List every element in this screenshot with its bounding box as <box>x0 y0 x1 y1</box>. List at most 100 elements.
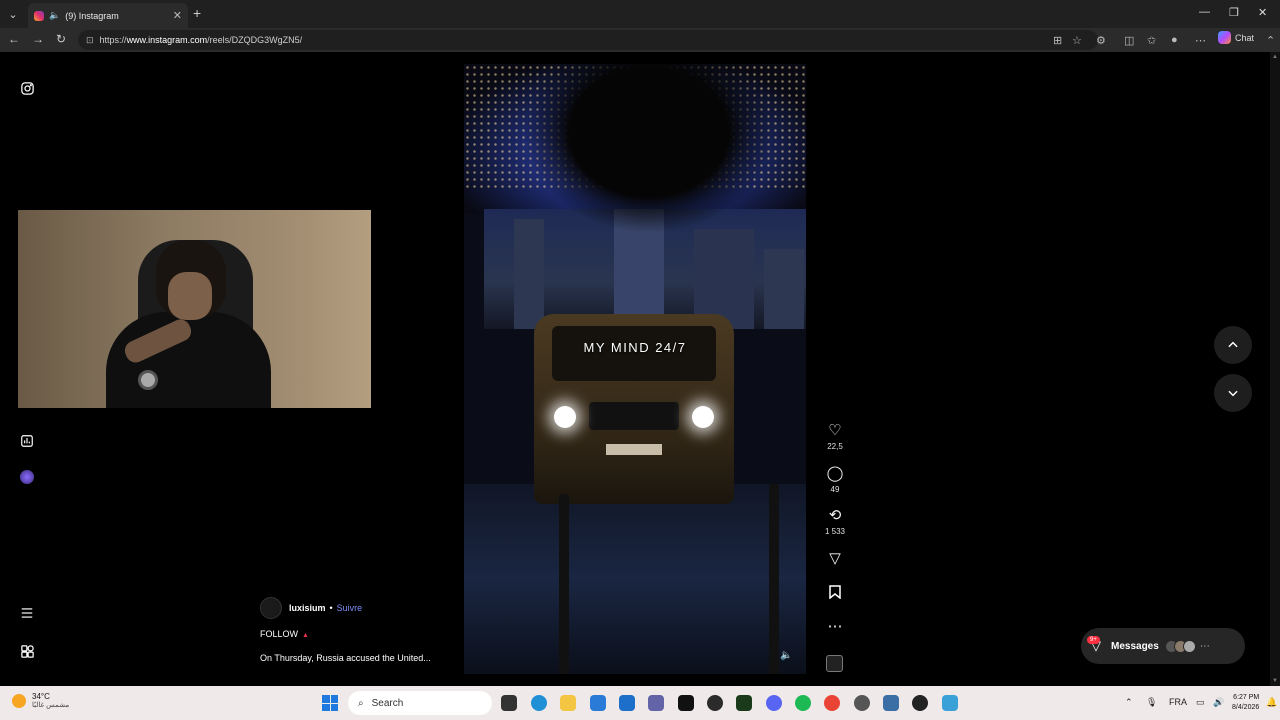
heart-icon[interactable]: ♡ <box>822 422 848 440</box>
profile-icon[interactable]: ● <box>1171 34 1178 46</box>
file-explorer-icon[interactable] <box>560 695 576 711</box>
extensions-icon[interactable]: ⚙ <box>1096 34 1106 47</box>
tab-actions-menu[interactable]: ⌄ <box>0 0 26 28</box>
app-icon[interactable] <box>854 695 870 711</box>
sidebar-toggle-icon[interactable]: ⌃ <box>1266 34 1275 47</box>
clock-time: 6:27 PM <box>1233 694 1260 701</box>
weather-widget[interactable]: 34°C مشمس غالبًا <box>12 692 69 709</box>
messages-badge: 9+ <box>1087 636 1100 644</box>
instagram-reels-page: ▲ ▼ MY MIND 24/7 🔈 ♡ 22,5 ◯ 49 ⟲ 1 533 ▽… <box>0 52 1280 686</box>
reader-view-icon[interactable]: ⊞ <box>1053 34 1062 47</box>
like-count: 22,5 <box>827 442 843 451</box>
close-window-button[interactable]: ✕ <box>1258 6 1267 19</box>
media-player-icon[interactable] <box>912 695 928 711</box>
repost-action[interactable]: ⟲ 1 533 <box>822 507 848 536</box>
taskbar-clock[interactable]: 6:27 PM 8/4/2026 <box>1232 693 1259 713</box>
terminal-icon[interactable] <box>678 695 694 711</box>
favorite-star-icon[interactable]: ☆ <box>1072 34 1082 47</box>
instagram-icon[interactable] <box>18 79 36 97</box>
forward-button[interactable]: → <box>32 32 44 46</box>
spotify-icon[interactable] <box>795 695 811 711</box>
comment-count: 49 <box>830 485 840 494</box>
favorites-icon[interactable]: ✩ <box>1147 34 1156 47</box>
comment-action[interactable]: ◯ 49 <box>822 465 848 494</box>
page-scrollbar[interactable]: ▲ ▼ <box>1270 52 1280 686</box>
tab-close-icon[interactable]: ✕ <box>173 9 182 22</box>
like-action[interactable]: ♡ 22,5 <box>822 422 848 451</box>
windows-taskbar: 34°C مشمس غالبًا ⌕ Search ⌃ 🎙 FRA ▭ 🔊 6:… <box>0 686 1280 720</box>
next-reel-button[interactable] <box>1214 374 1252 412</box>
share-icon[interactable]: ▽ <box>822 550 848 568</box>
obs-icon[interactable] <box>707 695 723 711</box>
reel-video[interactable]: MY MIND 24/7 🔈 <box>464 64 806 674</box>
menu-icon[interactable] <box>18 604 36 622</box>
site-info-icon[interactable]: ⊡ <box>86 35 94 46</box>
reel-overlay-text: MY MIND 24/7 <box>583 340 687 355</box>
follow-caps-text: FOLLOW <box>260 629 299 639</box>
store-icon[interactable] <box>619 695 635 711</box>
follow-caption: FOLLOW ▲ <box>260 629 309 639</box>
copilot-chat-button[interactable]: Chat <box>1218 31 1254 44</box>
more-icon[interactable]: ⋯ <box>822 618 848 636</box>
split-screen-icon[interactable]: ◫ <box>1124 34 1134 47</box>
messages-button[interactable]: ▽ 9+ Messages ⋯ <box>1081 628 1245 664</box>
back-button[interactable]: ← <box>8 32 20 46</box>
outlook-icon[interactable] <box>590 695 606 711</box>
start-button[interactable] <box>322 695 338 711</box>
language-indicator[interactable]: FRA <box>1169 697 1187 707</box>
nvidia-icon[interactable] <box>736 695 752 711</box>
search-icon: ⌕ <box>358 697 364 709</box>
notification-bell-icon[interactable]: 🔔 <box>1266 697 1277 708</box>
url-path: /reels/DZQDG3WgZN5/ <box>207 35 303 45</box>
comment-icon[interactable]: ◯ <box>822 465 848 483</box>
sound-icon[interactable]: 🔈 <box>780 650 792 661</box>
reload-button[interactable]: ↻ <box>56 32 66 46</box>
teams-icon[interactable] <box>648 695 664 711</box>
network-icon[interactable]: ▭ <box>1196 697 1205 708</box>
profile-avatar[interactable] <box>18 468 36 486</box>
more-options[interactable]: ⋯ <box>822 618 848 636</box>
weather-description: مشمس غالبًا <box>32 702 70 709</box>
post-description[interactable]: On Thursday, Russia accused the United..… <box>260 653 431 663</box>
repost-count: 1 533 <box>824 527 846 536</box>
microphone-icon[interactable]: 🎙 <box>1146 697 1157 708</box>
apps-icon[interactable] <box>18 642 36 660</box>
minimize-button[interactable]: — <box>1199 6 1210 18</box>
settings-icon[interactable] <box>883 695 899 711</box>
browser-tab[interactable]: 🔈 (9) Instagram ✕ <box>28 3 188 28</box>
scroll-up-arrow-icon[interactable]: ▲ <box>1272 54 1278 60</box>
taskbar-search[interactable]: ⌕ Search <box>348 691 492 715</box>
tab-title: (9) Instagram <box>65 10 119 21</box>
author-name[interactable]: luxisium <box>289 603 326 613</box>
discord-icon[interactable] <box>766 695 782 711</box>
chevron-up-icon <box>1228 341 1238 348</box>
url-prefix: https:// <box>99 35 127 45</box>
bookmark-icon[interactable] <box>822 585 848 604</box>
previous-reel-button[interactable] <box>1214 326 1252 364</box>
audio-playing-icon[interactable]: 🔈 <box>49 10 60 21</box>
save-action[interactable] <box>822 585 848 604</box>
task-view-icon[interactable] <box>501 695 517 711</box>
new-tab-button[interactable]: + <box>193 5 201 21</box>
repost-icon[interactable]: ⟲ <box>822 507 848 525</box>
scroll-down-arrow-icon[interactable]: ▼ <box>1272 678 1278 684</box>
url-field[interactable]: ⊡ https://www.instagram.com/reels/DZQDG3… <box>78 30 1098 50</box>
author-avatar[interactable] <box>260 597 282 619</box>
volume-icon[interactable]: 🔊 <box>1213 697 1224 708</box>
notepad-icon[interactable] <box>942 695 958 711</box>
messages-avatars <box>1164 639 1196 653</box>
messages-more-icon[interactable]: ⋯ <box>1200 641 1210 652</box>
chat-label: Chat <box>1235 32 1255 43</box>
webcam-overlay <box>18 210 371 408</box>
tray-chevron-icon[interactable]: ⌃ <box>1125 697 1133 708</box>
share-action[interactable]: ▽ <box>822 550 848 568</box>
follow-button[interactable]: Suivre <box>337 603 363 613</box>
restore-button[interactable]: ❐ <box>1229 6 1239 19</box>
chrome-icon[interactable] <box>824 695 840 711</box>
search-placeholder: Search <box>371 697 404 709</box>
settings-more-icon[interactable]: ⋯ <box>1195 34 1206 47</box>
insights-icon[interactable] <box>18 432 36 450</box>
edge-icon[interactable] <box>531 695 547 711</box>
address-bar-row: ← → ↻ ⊡ https://www.instagram.com/reels/… <box>0 28 1280 52</box>
audio-thumbnail[interactable] <box>826 655 843 672</box>
